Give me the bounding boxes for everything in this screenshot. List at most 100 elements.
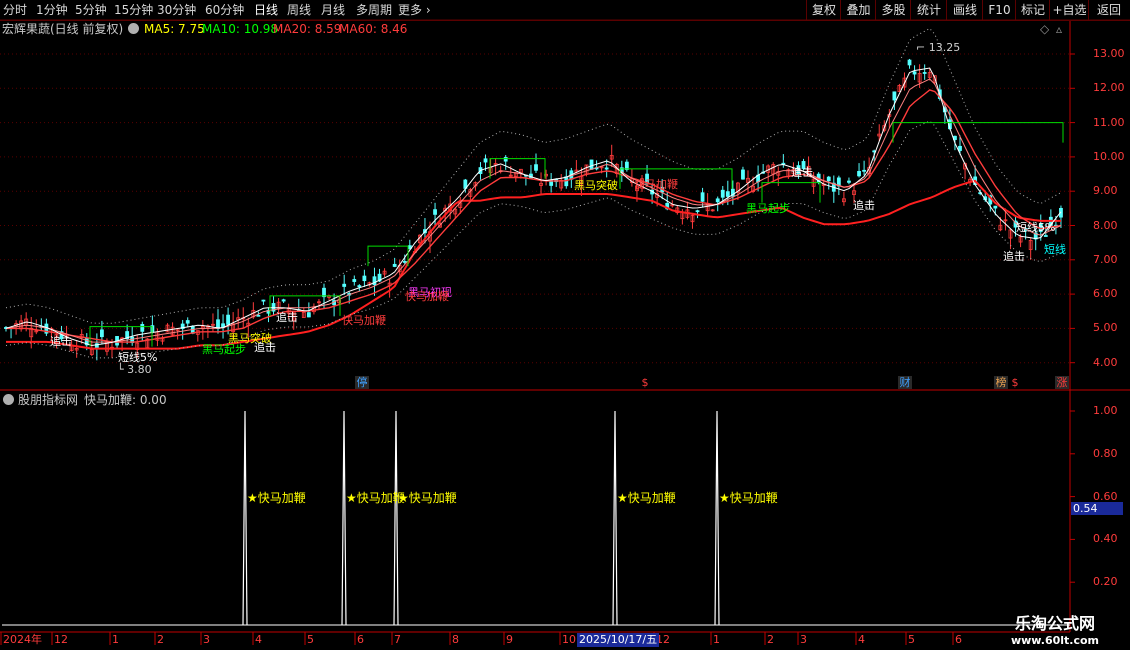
candle-body — [281, 299, 286, 302]
x-axis-label: 5 — [908, 633, 915, 646]
indicator-spike — [242, 410, 248, 626]
candle-body — [261, 299, 266, 302]
candle-body — [306, 312, 311, 318]
upper-band-line — [5, 27, 1062, 324]
candle-body — [226, 314, 230, 325]
price-tick-label: 11.00 — [1093, 115, 1125, 129]
candle-body — [433, 209, 437, 215]
x-axis-label: 10 — [562, 633, 576, 646]
indicator-current-value: 0.54 — [1071, 502, 1123, 516]
candle-body — [483, 158, 488, 163]
candle-body — [589, 159, 594, 170]
price-tick-label: 6.00 — [1093, 287, 1118, 301]
event-badge[interactable]: $ — [1010, 376, 1020, 389]
x-axis-label: 1 — [112, 633, 119, 646]
signal-text: ★快马加鞭 — [617, 491, 676, 505]
x-axis-label: 2 — [157, 633, 164, 646]
candle-body — [720, 189, 725, 198]
signal-label: 黑马突破 — [574, 179, 618, 192]
watermark-url: www.60lt.com — [1010, 634, 1100, 647]
price-tick-label: 13.00 — [1093, 47, 1125, 60]
indicator-tick-label: 0.80 — [1093, 446, 1118, 460]
event-badge[interactable]: $ — [640, 376, 650, 389]
event-badge[interactable]: 停 — [355, 376, 369, 389]
event-badge[interactable]: 财 — [898, 376, 912, 389]
candle-body — [342, 283, 347, 287]
candle-body — [725, 191, 730, 197]
candle-body — [741, 169, 745, 180]
signal-label: 黑马起步 — [202, 343, 246, 356]
indicator-spike — [341, 410, 347, 626]
candle-body — [993, 205, 998, 209]
candle-body — [857, 171, 861, 177]
x-axis-label: 2024年 — [3, 633, 42, 646]
event-badge[interactable]: 涨 — [1055, 376, 1069, 389]
resistance-box — [761, 182, 821, 203]
candle-body — [1043, 235, 1048, 237]
price-tick-label: 5.00 — [1093, 321, 1118, 335]
signal-label: 短线 — [1044, 243, 1066, 256]
candle-body — [140, 324, 145, 332]
candle-body — [604, 167, 609, 170]
candle-body — [256, 314, 261, 317]
signal-label: 追击 — [853, 199, 875, 212]
x-axis-label: 2 — [767, 633, 774, 646]
signal-text: ★快马加鞭 — [719, 491, 778, 505]
x-axis-label: 4 — [858, 633, 865, 646]
x-axis-label: 12 — [54, 633, 68, 646]
x-axis-label: 3 — [800, 633, 807, 646]
signal-label: 追击 — [276, 311, 298, 324]
indicator-spike — [393, 410, 399, 626]
candle-body — [912, 71, 917, 75]
indicator-spike — [714, 410, 720, 626]
signal-label: 快马加鞭 — [634, 178, 678, 191]
candle-body — [352, 279, 357, 282]
candle-body — [922, 72, 927, 74]
signal-label: 快马加鞭 — [405, 290, 449, 303]
candle-body — [362, 275, 367, 282]
price-tick-label: 10.00 — [1093, 149, 1125, 163]
candle-body — [100, 329, 104, 338]
x-axis-label: 8 — [452, 633, 459, 646]
signal-label: 短线5% — [118, 351, 158, 364]
ma20-line — [6, 89, 1062, 343]
signal-label: 追击 — [791, 166, 813, 179]
event-badge[interactable]: 榜 — [994, 376, 1008, 389]
signal-label: 快马加鞭 — [342, 314, 386, 327]
x-axis-label: 6 — [955, 633, 962, 646]
x-axis-label: 6 — [357, 633, 364, 646]
ma60-step-line — [6, 179, 1061, 350]
candle-body — [357, 285, 362, 288]
signal-label: 黑马起步 — [746, 202, 790, 215]
price-tick-label: 8.00 — [1093, 218, 1118, 232]
signal-label: 追击 — [1003, 250, 1025, 263]
candle-body — [534, 164, 538, 171]
candle-body — [700, 192, 705, 202]
resistance-box — [367, 245, 409, 267]
signal-label: 追击 — [254, 341, 276, 354]
candle-body — [892, 91, 897, 101]
x-axis-label: 7 — [394, 633, 401, 646]
high-price-label: ⌐ 13.25 — [916, 41, 961, 54]
price-tick-label: 12.00 — [1093, 81, 1125, 95]
x-axis-label: 5 — [307, 633, 314, 646]
candle-body — [958, 145, 962, 151]
cursor-date-label: 2025/10/17/五 — [577, 633, 660, 647]
price-tick-label: 7.00 — [1093, 252, 1118, 266]
candle-body — [695, 210, 700, 213]
x-axis-label: 9 — [506, 633, 513, 646]
signal-text: ★快马加鞭 — [247, 491, 306, 505]
x-axis-label: 3 — [203, 633, 210, 646]
signal-label: 短线5% — [1016, 221, 1056, 234]
candle-body — [392, 263, 397, 267]
candle-body — [503, 157, 508, 162]
candle-body — [862, 169, 866, 172]
candle-body — [715, 198, 720, 203]
price-tick-label: 9.00 — [1093, 184, 1118, 198]
candle-body — [847, 180, 851, 183]
x-axis-label: 4 — [255, 633, 262, 646]
kline-chart[interactable] — [0, 0, 1130, 650]
x-axis-label: 1 — [713, 633, 720, 646]
resistance-box — [892, 122, 1064, 143]
candle-body — [907, 59, 912, 66]
